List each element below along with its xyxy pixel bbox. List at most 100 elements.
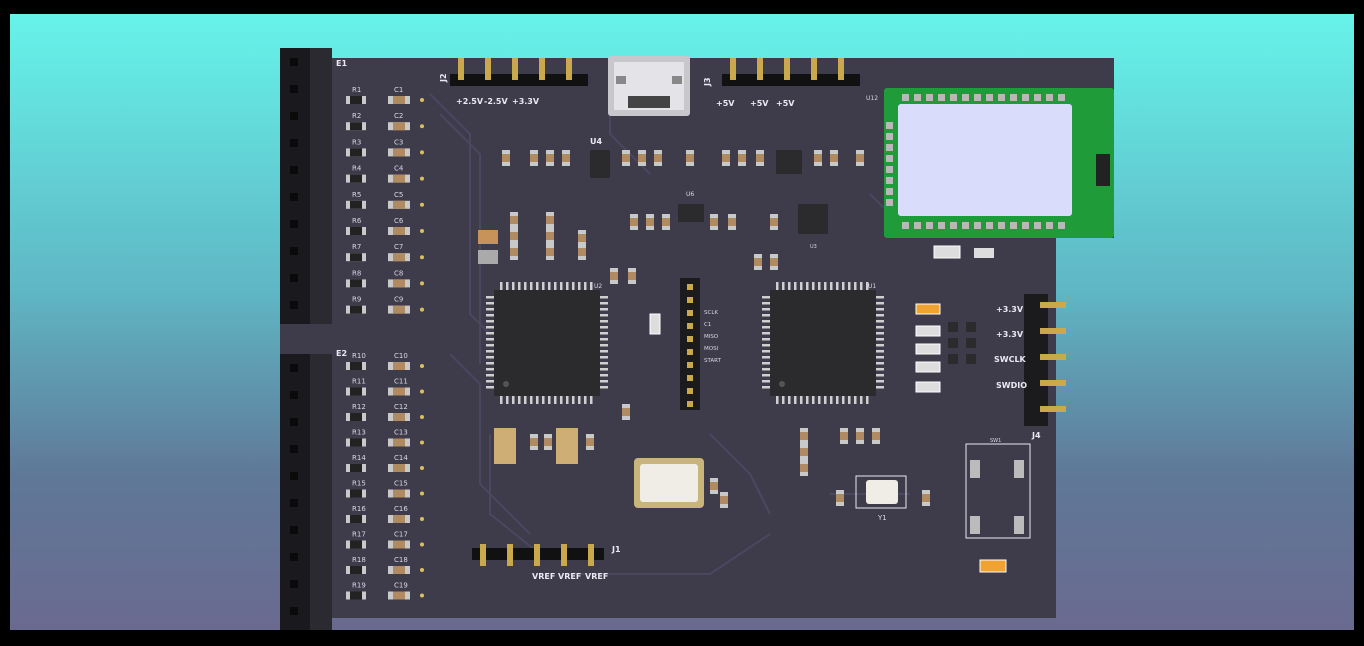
chip-pin xyxy=(848,396,851,404)
chip-pin xyxy=(876,380,884,383)
capacitor-body xyxy=(393,122,405,131)
smd-part-body xyxy=(546,154,554,162)
chip-pin xyxy=(842,396,845,404)
header-pin xyxy=(687,375,693,381)
led xyxy=(915,381,941,393)
capacitor-body xyxy=(393,148,405,157)
chip-pin xyxy=(762,308,770,311)
j3-label-2: +5V xyxy=(750,99,769,108)
ble-pad xyxy=(938,94,945,101)
chip-pin xyxy=(762,350,770,353)
transistor xyxy=(948,354,958,364)
header-pin xyxy=(838,58,844,80)
tantalum-cap-2 xyxy=(556,428,578,464)
ble-pad xyxy=(974,222,981,229)
header-pin xyxy=(687,336,693,342)
ble-pad xyxy=(986,94,993,101)
smd-part-body xyxy=(544,438,552,446)
capacitor-label: C5 xyxy=(394,191,403,199)
e1-pin xyxy=(290,139,298,147)
chip-pin xyxy=(486,326,494,329)
resistor-body xyxy=(350,387,362,396)
chip-pin xyxy=(530,396,533,404)
u4-chip xyxy=(590,150,610,178)
ble-pad xyxy=(950,222,957,229)
header-pin xyxy=(480,544,486,566)
chip-pin xyxy=(812,282,815,290)
capacitor-body xyxy=(393,279,405,288)
chip-pin xyxy=(560,282,563,290)
capacitor-label: C18 xyxy=(394,556,408,564)
via xyxy=(420,176,424,181)
header-pin xyxy=(687,297,693,303)
render-viewport: E1 E2 R1 C1 R2 C2 R3 C3 R4 C4 R5 C5 R6 C6 R7 C7 R8 C8 R9… xyxy=(10,14,1354,630)
header-pin xyxy=(512,58,518,80)
chip-pin xyxy=(762,380,770,383)
smd-part-body xyxy=(510,232,518,240)
e1-pin xyxy=(290,301,298,309)
smd-part-body xyxy=(654,154,662,162)
chip-pin xyxy=(800,396,803,404)
capacitor-body xyxy=(393,489,405,498)
via xyxy=(420,389,424,394)
u2-label: U2 xyxy=(594,283,602,290)
resistor-body xyxy=(350,362,362,370)
e2-pin xyxy=(290,445,298,453)
smd-part-body xyxy=(770,258,778,266)
chip-pin xyxy=(600,326,608,329)
center-label-sclk: SCLK xyxy=(704,310,718,316)
chip-pin xyxy=(762,314,770,317)
chip-pin xyxy=(536,282,539,290)
chip-pin xyxy=(524,396,527,404)
e2-pin xyxy=(290,499,298,507)
capacitor-label: C10 xyxy=(394,352,408,360)
chip-pin xyxy=(600,350,608,353)
header-pin xyxy=(1040,354,1066,360)
capacitor-label: C12 xyxy=(394,403,408,411)
resistor-body xyxy=(350,413,362,421)
resistor-body xyxy=(350,591,362,600)
e1-pin xyxy=(290,274,298,282)
smd-part-inductor xyxy=(478,230,498,244)
chip-pin xyxy=(536,396,539,404)
smd-part-body xyxy=(562,154,570,162)
capacitor-label: C8 xyxy=(394,269,403,277)
e2-pin xyxy=(290,526,298,534)
smd-part-body xyxy=(720,496,728,504)
chip-pin xyxy=(600,338,608,341)
header-pin xyxy=(687,310,693,316)
smd-part-body xyxy=(628,272,636,280)
chip-pin xyxy=(762,338,770,341)
e2-pin xyxy=(290,364,298,372)
e1-connector-side xyxy=(310,48,332,324)
chip-pin xyxy=(788,282,791,290)
smd-part-body xyxy=(738,154,746,162)
ble-pad xyxy=(886,122,893,129)
chip-pin xyxy=(600,320,608,323)
smd-part-body xyxy=(530,154,538,162)
smd-part-body xyxy=(630,218,638,226)
header-pin xyxy=(687,388,693,394)
j3-label-3: +5V xyxy=(776,99,795,108)
u12-label: U12 xyxy=(866,95,878,102)
chip-pin xyxy=(560,396,563,404)
j1-label-2: VREF xyxy=(558,572,581,581)
smd-part-body xyxy=(546,248,554,256)
resistor-body xyxy=(350,515,362,523)
center-label-c1: C1 xyxy=(704,322,711,328)
chip-pin xyxy=(600,356,608,359)
chip-pin xyxy=(806,282,809,290)
resistor-label: R8 xyxy=(352,269,361,277)
j2-label: J2 xyxy=(439,73,448,83)
smd-part-body xyxy=(622,408,630,416)
transistor xyxy=(948,338,958,348)
header-pin xyxy=(687,323,693,329)
ble-pad xyxy=(886,155,893,162)
capacitor-label: C11 xyxy=(394,378,408,386)
smd-part-body xyxy=(586,438,594,446)
header-pin xyxy=(458,58,464,80)
chip-pin xyxy=(860,396,863,404)
j2-label-2: -2.5V xyxy=(484,97,508,106)
resistor-label: R5 xyxy=(352,191,361,199)
ble-pad xyxy=(886,188,893,195)
